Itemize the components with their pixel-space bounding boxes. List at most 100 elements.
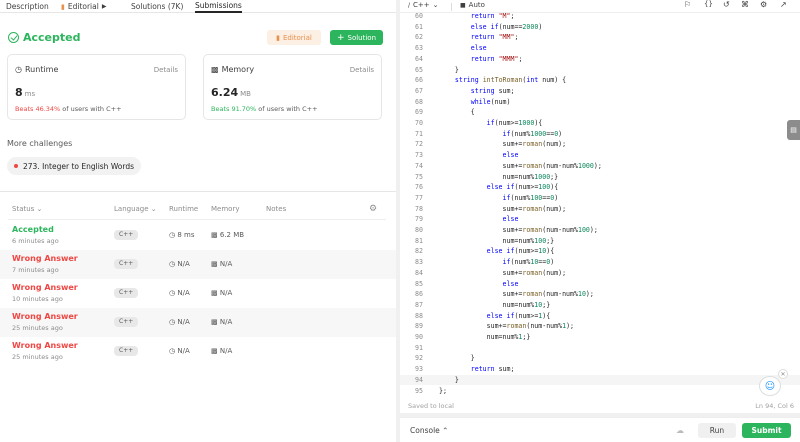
clock-icon: ◷ bbox=[15, 65, 22, 74]
code-line[interactable]: 72 sum+=roman(num); bbox=[400, 139, 800, 150]
col-header-language[interactable]: Language ⌄ bbox=[114, 205, 157, 213]
code-line[interactable]: 95}; bbox=[400, 386, 800, 397]
code-line[interactable]: 84 sum+=roman(num); bbox=[400, 268, 800, 279]
code-line[interactable]: 69 { bbox=[400, 107, 800, 118]
memory-details-link[interactable]: Details bbox=[350, 66, 374, 74]
code-line[interactable]: 85 else bbox=[400, 279, 800, 290]
line-number: 69 bbox=[415, 108, 423, 117]
line-number: 60 bbox=[415, 13, 423, 20]
col-header-language-label: Language bbox=[114, 205, 149, 213]
solution-button[interactable]: + Solution bbox=[330, 30, 383, 45]
line-number: 93 bbox=[415, 365, 423, 374]
code-line[interactable]: 88 else if(num>=1){ bbox=[400, 311, 800, 322]
submit-button[interactable]: Submit bbox=[742, 423, 791, 438]
code-line[interactable]: 70 if(num>=1000){ bbox=[400, 118, 800, 129]
code-line[interactable]: 74 sum+=roman(num-num%1000); bbox=[400, 161, 800, 172]
clock-icon: ◷ bbox=[169, 347, 176, 355]
code-line[interactable]: 93 return sum; bbox=[400, 364, 800, 375]
code-line[interactable]: 71 if(num%1000==0) bbox=[400, 129, 800, 140]
code-line[interactable]: 75 num=num%1000;} bbox=[400, 172, 800, 183]
code-text: sum+=roman(num-num%1000); bbox=[439, 161, 602, 170]
code-line[interactable]: 91 bbox=[400, 343, 800, 354]
row-runtime: ◷ N/A bbox=[169, 347, 190, 355]
expand-icon[interactable]: ↗ bbox=[780, 0, 787, 9]
code-text: { bbox=[439, 108, 475, 117]
gear-icon[interactable]: ⚙ bbox=[369, 204, 377, 214]
code-line[interactable]: 92 } bbox=[400, 353, 800, 364]
table-row[interactable]: Wrong Answer 25 minutes ago C++ ◷ N/A ▩ … bbox=[0, 308, 396, 337]
runtime-details-link[interactable]: Details bbox=[154, 66, 178, 74]
line-number: 89 bbox=[415, 322, 423, 331]
braces-icon[interactable]: {} bbox=[704, 0, 713, 8]
code-line[interactable]: 66 string intToRoman(int num) { bbox=[400, 75, 800, 86]
language-selector[interactable]: / C++ ⌄ bbox=[408, 1, 439, 9]
code-line[interactable]: 61 else if(num==2000) bbox=[400, 22, 800, 33]
code-line[interactable]: 64 return "MMM"; bbox=[400, 54, 800, 65]
code-text: else bbox=[502, 279, 519, 288]
cloud-icon[interactable]: ☁ bbox=[676, 426, 684, 435]
shortcut-icon[interactable]: ⌘ bbox=[741, 0, 749, 9]
reset-icon[interactable]: ↺ bbox=[723, 0, 730, 9]
console-toggle[interactable]: Console ⌃ bbox=[410, 426, 448, 435]
side-panel-toggle-icon[interactable]: ▤ bbox=[787, 120, 800, 140]
run-button[interactable]: Run bbox=[698, 423, 736, 438]
row-memory: ▩ N/A bbox=[211, 318, 232, 326]
close-icon[interactable]: ✕ bbox=[778, 369, 788, 379]
row-status[interactable]: Wrong Answer bbox=[12, 254, 78, 263]
check-circle-icon bbox=[8, 32, 19, 43]
code-line[interactable]: 80 sum+=roman(num-num%100); bbox=[400, 225, 800, 236]
code-line[interactable]: 63 else bbox=[400, 43, 800, 54]
mode-indicator[interactable]: ■ Auto bbox=[460, 1, 485, 9]
code-line[interactable]: 81 num=num%100;} bbox=[400, 236, 800, 247]
saved-status: Saved to local bbox=[408, 402, 454, 410]
code-line[interactable]: 76 else if(num>=100){ bbox=[400, 182, 800, 193]
row-language-badge: C++ bbox=[114, 288, 139, 298]
tab-description[interactable]: Description bbox=[6, 0, 49, 13]
row-runtime-value: N/A bbox=[177, 347, 190, 355]
code-text: else if(num==2000) bbox=[470, 22, 543, 31]
row-status[interactable]: Wrong Answer bbox=[12, 312, 78, 321]
code-line[interactable]: 87 num=num%10;} bbox=[400, 300, 800, 311]
tab-submissions[interactable]: Submissions bbox=[195, 0, 242, 13]
editorial-button[interactable]: ▮ Editorial bbox=[267, 30, 321, 45]
code-line[interactable]: 65 } bbox=[400, 65, 800, 76]
bookmark-icon[interactable]: ⚐ bbox=[684, 0, 691, 9]
code-line[interactable]: 73 else bbox=[400, 150, 800, 161]
table-row[interactable]: Accepted 6 minutes ago C++ ◷ 8 ms ▩ 6.2 … bbox=[0, 221, 396, 250]
code-line[interactable]: 78 sum+=roman(num); bbox=[400, 204, 800, 215]
row-runtime: ◷ N/A bbox=[169, 289, 190, 297]
memory-card[interactable]: ▩ Memory Details 6.24 MB Beats 91.70% of u… bbox=[203, 54, 382, 120]
col-header-status[interactable]: Status ⌄ bbox=[12, 205, 42, 213]
line-number: 66 bbox=[415, 76, 423, 85]
chevron-down-icon: ⌄ bbox=[36, 205, 43, 213]
code-line[interactable]: 68 while(num) bbox=[400, 97, 800, 108]
runtime-card[interactable]: ◷ Runtime Details 8 ms Beats 46.34% of use… bbox=[7, 54, 186, 120]
line-number: 74 bbox=[415, 161, 423, 170]
table-row[interactable]: Wrong Answer 10 minutes ago C++ ◷ N/A ▩ … bbox=[0, 279, 396, 308]
code-line[interactable]: 90 num=num%1;} bbox=[400, 332, 800, 343]
code-text: if(num%100==0) bbox=[502, 193, 559, 202]
settings-icon[interactable]: ⚙ bbox=[760, 0, 767, 9]
chat-icon[interactable]: ☺ bbox=[759, 376, 781, 396]
table-row[interactable]: Wrong Answer 7 minutes ago C++ ◷ N/A ▩ N… bbox=[0, 250, 396, 279]
row-status[interactable]: Wrong Answer bbox=[12, 283, 78, 292]
code-line[interactable]: 62 return "MM"; bbox=[400, 32, 800, 43]
tab-editorial[interactable]: ▮ Editorial ▶ bbox=[61, 0, 106, 13]
code-line[interactable]: 79 else bbox=[400, 214, 800, 225]
code-line[interactable]: 86 sum+=roman(num-num%10); bbox=[400, 289, 800, 300]
code-line[interactable]: 83 if(num%10==0) bbox=[400, 257, 800, 268]
code-line[interactable]: 77 if(num%100==0) bbox=[400, 193, 800, 204]
code-line[interactable]: 94 } bbox=[400, 374, 800, 386]
tab-solutions[interactable]: Solutions (7K) bbox=[131, 0, 183, 13]
code-line[interactable]: 67 string sum; bbox=[400, 86, 800, 97]
challenge-chip[interactable]: 273. Integer to English Words bbox=[7, 157, 142, 175]
row-status[interactable]: Wrong Answer bbox=[12, 341, 78, 350]
code-line[interactable]: 89 sum+=roman(num-num%1); bbox=[400, 321, 800, 332]
code-line[interactable]: 60 return "M"; bbox=[400, 13, 800, 22]
table-row[interactable]: Wrong Answer 25 minutes ago C++ ◷ N/A ▩ … bbox=[0, 337, 396, 366]
code-area[interactable]: 60 return "M"; 61 else if(num==2000) 62 re… bbox=[400, 13, 800, 398]
code-text: sum+=roman(num); bbox=[439, 268, 567, 277]
code-line[interactable]: 82 else if(num>=10){ bbox=[400, 246, 800, 257]
runtime-beats-pct: Beats 46.34% bbox=[15, 105, 61, 113]
row-status[interactable]: Accepted bbox=[12, 225, 54, 234]
